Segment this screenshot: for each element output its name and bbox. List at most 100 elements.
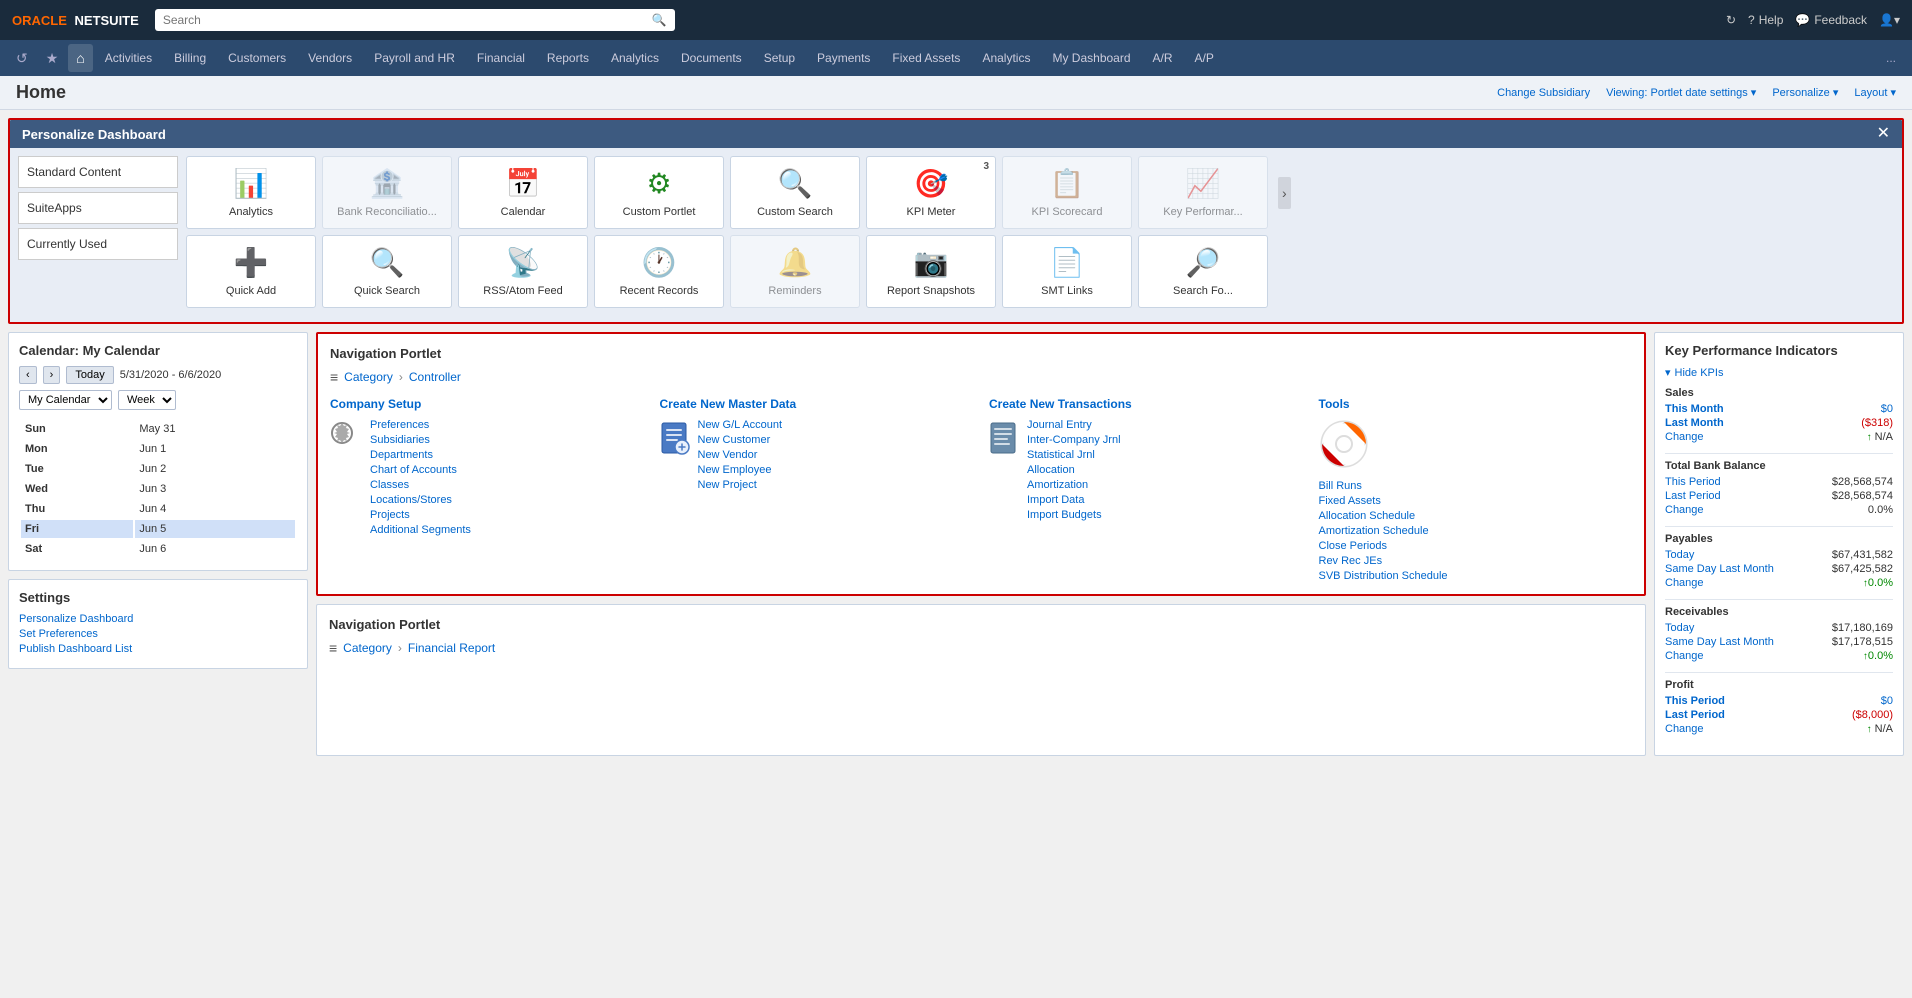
sidebar-standard-content[interactable]: Standard Content [18,156,178,188]
nav-ar[interactable]: A/R [1143,45,1183,71]
user-menu[interactable]: 👤▾ [1879,13,1900,27]
kpi-profit-change-label[interactable]: Change [1665,723,1704,735]
link-journal-entry[interactable]: Journal Entry [1027,419,1121,431]
kpi-hide-btn[interactable]: ▾ Hide KPIs [1665,366,1893,379]
portlet-recent-records[interactable]: 🕐 Recent Records [594,235,724,308]
breadcrumb-controller-link[interactable]: Controller [409,370,461,384]
nav-more-icon[interactable]: ... [1878,45,1904,71]
portlet-calendar[interactable]: 📅 Calendar [458,156,588,229]
personalize-btn[interactable]: Personalize ▾ [1772,86,1838,99]
nav-ap[interactable]: A/P [1185,45,1224,71]
link-projects[interactable]: Projects [370,509,471,521]
portlet-quick-search[interactable]: 🔍 Quick Search [322,235,452,308]
calendar-today-btn[interactable]: Today [66,366,113,384]
portlet-report-snapshots[interactable]: 📷 Report Snapshots [866,235,996,308]
link-allocation[interactable]: Allocation [1027,464,1121,476]
link-locations-stores[interactable]: Locations/Stores [370,494,471,506]
nav-fixed-assets[interactable]: Fixed Assets [882,45,970,71]
link-import-budgets[interactable]: Import Budgets [1027,509,1121,521]
change-subsidiary-btn[interactable]: Change Subsidiary [1497,86,1590,99]
kpi-payables-same-day-label[interactable]: Same Day Last Month [1665,563,1774,575]
link-statistical-jrnl[interactable]: Statistical Jrnl [1027,449,1121,461]
portlet-search-fo[interactable]: 🔎 Search Fo... [1138,235,1268,308]
kpi-profit-this-period-label[interactable]: This Period [1665,695,1725,707]
link-amortization[interactable]: Amortization [1027,479,1121,491]
feedback-button[interactable]: 💬 Feedback [1795,13,1867,27]
link-fixed-assets[interactable]: Fixed Assets [1319,495,1448,507]
breadcrumb-category-link[interactable]: Category [344,370,393,384]
portlet-date-settings-btn[interactable]: Viewing: Portlet date settings ▾ [1606,86,1756,99]
link-import-data[interactable]: Import Data [1027,494,1121,506]
nav-home-icon[interactable]: ⌂ [68,44,92,72]
link-new-project[interactable]: New Project [698,479,783,491]
publish-dashboard-list-link[interactable]: List [115,643,132,655]
nav-billing[interactable]: Billing [164,45,216,71]
kpi-bank-change-label[interactable]: Change [1665,504,1704,516]
kpi-profit-last-period-label[interactable]: Last Period [1665,709,1725,721]
nav-documents[interactable]: Documents [671,45,752,71]
kpi-sales-change-label[interactable]: Change [1665,431,1704,443]
calendar-view-select[interactable]: My Calendar [19,390,112,410]
link-new-vendor[interactable]: New Vendor [698,449,783,461]
portlet-custom-search[interactable]: 🔍 Custom Search [730,156,860,229]
nav-favorites-icon[interactable]: ★ [38,44,67,73]
kpi-payables-change-label[interactable]: Change [1665,577,1704,589]
link-new-employee[interactable]: New Employee [698,464,783,476]
link-classes[interactable]: Classes [370,479,471,491]
calendar-next-btn[interactable]: › [43,366,61,384]
breadcrumb-2-category-link[interactable]: Category [343,641,392,655]
nav-setup[interactable]: Setup [754,45,805,71]
personalize-close-button[interactable]: ✕ [1877,126,1890,142]
link-subsidiaries[interactable]: Subsidiaries [370,434,471,446]
kpi-receivables-change-label[interactable]: Change [1665,650,1704,662]
breadcrumb-2-financial-report-link[interactable]: Financial Report [408,641,495,655]
search-icon[interactable]: 🔍 [652,13,667,27]
personalize-dashboard-link[interactable]: Personalize Dashboard [19,613,297,625]
search-input[interactable] [163,13,646,27]
calendar-period-select[interactable]: Week [118,390,176,410]
calendar-prev-btn[interactable]: ‹ [19,366,37,384]
portlet-smt-links[interactable]: 📄 SMT Links [1002,235,1132,308]
nav-back-icon[interactable]: ↺ [8,44,36,73]
publish-dashboard-link[interactable]: Publish Dashboard List [19,643,297,655]
portlet-rss[interactable]: 📡 RSS/Atom Feed [458,235,588,308]
kpi-sales-last-month-label[interactable]: Last Month [1665,417,1724,429]
link-rev-rec-jes[interactable]: Rev Rec JEs [1319,555,1448,567]
kpi-receivables-same-day-label[interactable]: Same Day Last Month [1665,636,1774,648]
link-chart-of-accounts[interactable]: Chart of Accounts [370,464,471,476]
nav-activities[interactable]: Activities [95,45,162,71]
link-preferences[interactable]: Preferences [370,419,471,431]
refresh-button[interactable]: ↻ [1726,13,1736,27]
portlet-custom-portlet[interactable]: ⚙ Custom Portlet [594,156,724,229]
portlet-kpi-meter[interactable]: 3 🎯 KPI Meter [866,156,996,229]
nav-vendors[interactable]: Vendors [298,45,362,71]
nav-my-dashboard[interactable]: My Dashboard [1042,45,1140,71]
nav-analytics2[interactable]: Analytics [972,45,1040,71]
layout-btn[interactable]: Layout ▾ [1854,86,1896,99]
portlets-scroll-right[interactable]: › [1278,177,1291,209]
help-button[interactable]: ? Help [1748,13,1783,27]
link-departments[interactable]: Departments [370,449,471,461]
link-bill-runs[interactable]: Bill Runs [1319,480,1448,492]
link-inter-company-jrnl[interactable]: Inter-Company Jrnl [1027,434,1121,446]
nav-financial[interactable]: Financial [467,45,535,71]
nav-reports[interactable]: Reports [537,45,599,71]
link-amortization-schedule[interactable]: Amortization Schedule [1319,525,1448,537]
nav-analytics[interactable]: Analytics [601,45,669,71]
sidebar-suiteapps[interactable]: SuiteApps [18,192,178,224]
nav-customers[interactable]: Customers [218,45,296,71]
kpi-sales-this-month-label[interactable]: This Month [1665,403,1724,415]
kpi-payables-today-label[interactable]: Today [1665,549,1694,561]
link-additional-segments[interactable]: Additional Segments [370,524,471,536]
link-new-gl-account[interactable]: New G/L Account [698,419,783,431]
portlet-analytics[interactable]: 📊 Analytics [186,156,316,229]
link-new-customer[interactable]: New Customer [698,434,783,446]
kpi-bank-this-period-label[interactable]: This Period [1665,476,1721,488]
set-preferences-link[interactable]: Set Preferences [19,628,297,640]
nav-payroll[interactable]: Payroll and HR [364,45,465,71]
link-svb-distribution[interactable]: SVB Distribution Schedule [1319,570,1448,582]
link-close-periods[interactable]: Close Periods [1319,540,1448,552]
kpi-bank-last-period-label[interactable]: Last Period [1665,490,1721,502]
sidebar-currently-used[interactable]: Currently Used [18,228,178,260]
nav-payments[interactable]: Payments [807,45,880,71]
